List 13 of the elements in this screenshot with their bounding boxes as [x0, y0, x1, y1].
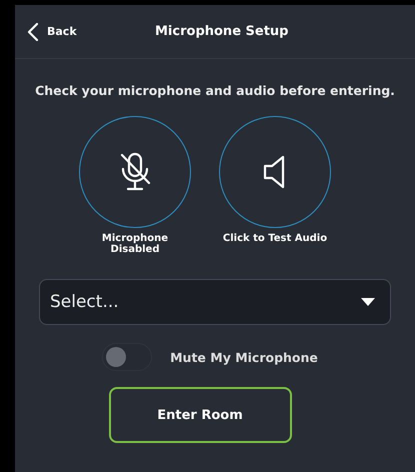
- back-link[interactable]: Back: [27, 22, 77, 42]
- enter-room-button[interactable]: Enter Room: [108, 387, 292, 443]
- page-title: Microphone Setup: [155, 24, 288, 39]
- speaker-button[interactable]: [219, 116, 331, 228]
- dropdown-caret-icon: [360, 297, 376, 307]
- mute-label: Mute My Microphone: [170, 350, 318, 364]
- device-label: Microphone Disabled: [100, 234, 170, 255]
- back-chevron-icon: [27, 22, 39, 42]
- instructions-text: Check your microphone and audio before entering.: [35, 83, 395, 98]
- device-label: Click to Test Audio: [222, 234, 328, 244]
- device-select[interactable]: Select...: [39, 279, 391, 325]
- mute-toggle[interactable]: [102, 343, 152, 371]
- microphone-button[interactable]: [79, 116, 191, 228]
